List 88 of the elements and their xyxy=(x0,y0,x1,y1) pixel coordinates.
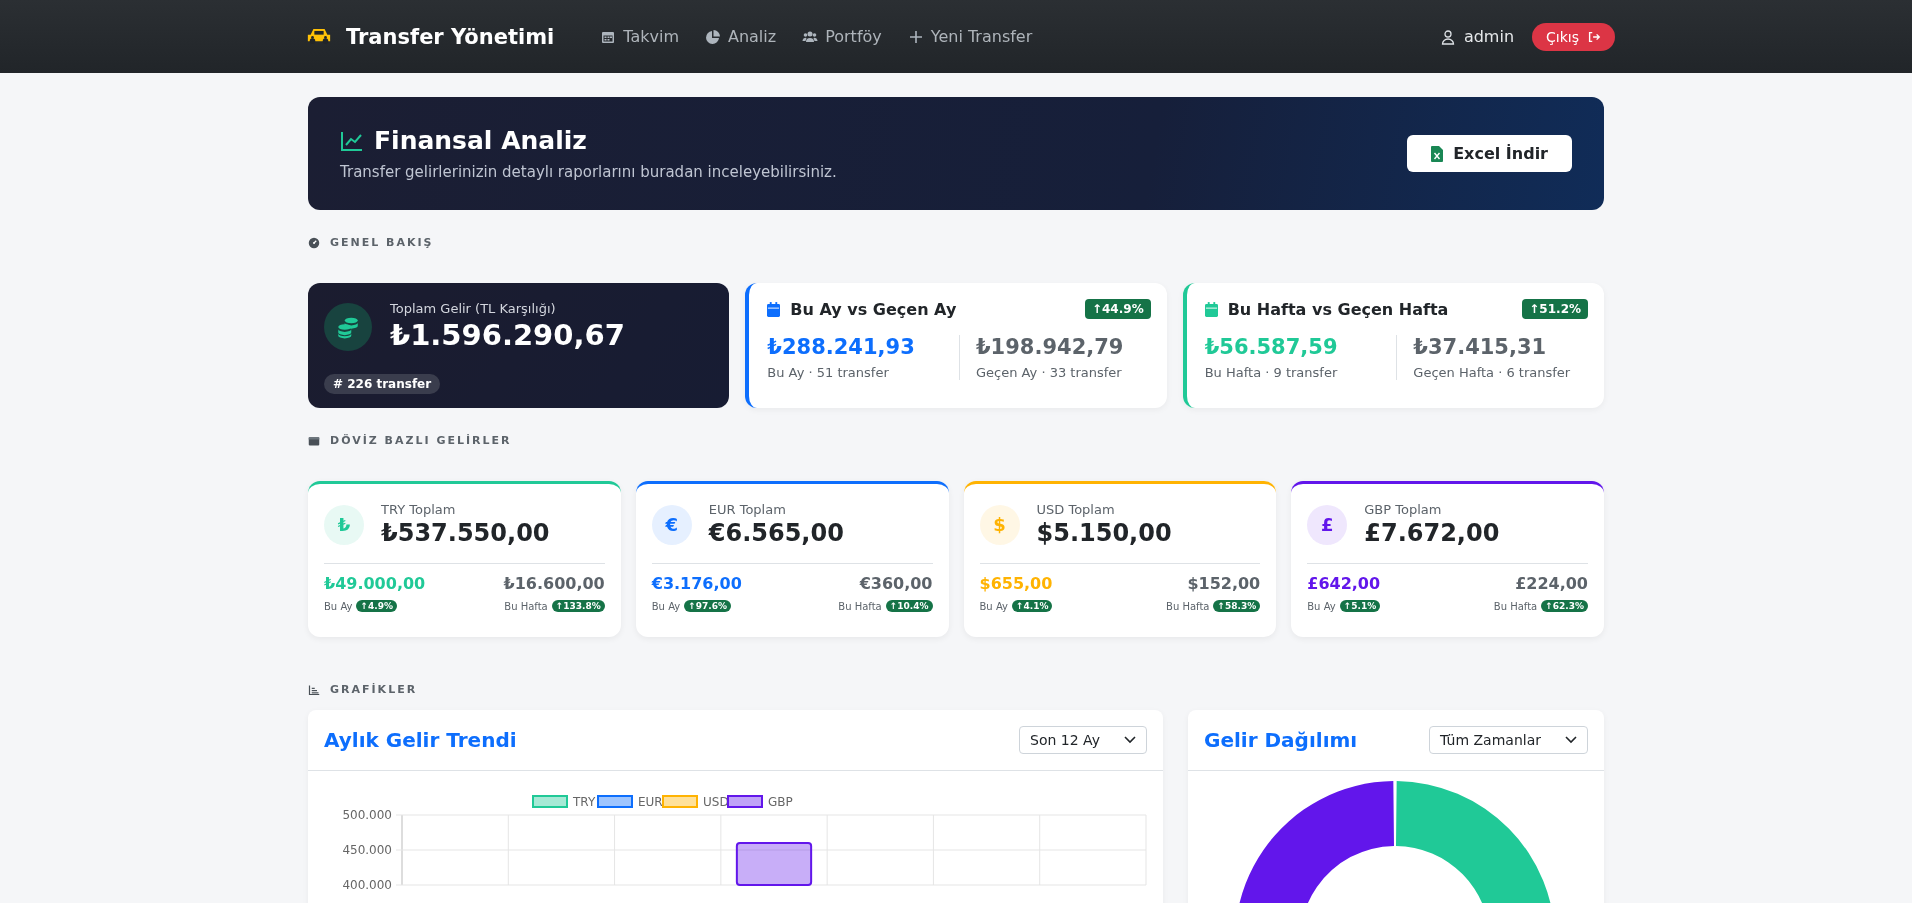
pie-chart-icon xyxy=(704,28,721,45)
previous-value: ₺37.415,31 xyxy=(1413,335,1548,359)
calendar-icon xyxy=(1204,301,1218,317)
change-badge: ↑44.9% xyxy=(1084,299,1151,319)
wallet-icon xyxy=(308,434,320,447)
period-caption: Bu Ay · 51 transfer xyxy=(767,365,890,380)
month-value: $655,00 xyxy=(979,574,1053,593)
change-badge: ↑133.8% xyxy=(551,600,605,612)
logout-button[interactable]: Çıkış xyxy=(1532,22,1615,51)
logout-icon xyxy=(1587,29,1601,44)
change-badge: ↑97.6% xyxy=(684,600,731,612)
chevron-down-icon xyxy=(1565,736,1577,744)
comparison-title: Bu Ay vs Geçen Ay xyxy=(790,299,957,319)
period-label: Bu Ay xyxy=(1307,600,1336,612)
nav-link[interactable]: Portföy xyxy=(802,27,882,46)
legend-label: TRY xyxy=(572,795,596,809)
nav-link[interactable]: Yeni Transfer xyxy=(907,27,1033,46)
period-caption: Bu Hafta · 9 transfer xyxy=(1204,365,1339,380)
chevron-down-icon xyxy=(1124,736,1136,744)
nav-link[interactable]: Analiz xyxy=(704,27,777,46)
week-value: ₺16.600,00 xyxy=(503,574,605,593)
total-income-value: ₺1.596.290,67 xyxy=(390,318,625,352)
period-label: Bu Ay xyxy=(324,600,353,612)
month-value: ₺49.000,00 xyxy=(324,574,426,593)
currency-symbol: ₺ xyxy=(324,504,364,545)
currency-label: USD Toplam xyxy=(1036,502,1116,517)
week-value: £224,00 xyxy=(1515,574,1588,593)
week-value: €360,00 xyxy=(859,574,933,593)
period-label: Bu Hafta xyxy=(838,600,882,612)
transfer-count-badge: # 226 transfer xyxy=(324,374,441,394)
period-caption: Geçen Ay · 33 transfer xyxy=(976,365,1123,380)
user-icon xyxy=(1439,28,1456,45)
change-badge: ↑62.3% xyxy=(1541,600,1588,612)
change-badge: ↑4.1% xyxy=(1011,600,1053,612)
period-caption: Geçen Hafta · 6 transfer xyxy=(1413,365,1572,380)
previous-value: ₺198.942,79 xyxy=(976,335,1125,359)
total-income-label: Toplam Gelir (TL Karşılığı) xyxy=(390,301,557,316)
chart-title: Gelir Dağılımı xyxy=(1204,728,1358,752)
month-value: €3.176,00 xyxy=(651,574,742,593)
period-label: Bu Hafta xyxy=(504,600,548,612)
plus-icon xyxy=(907,28,924,45)
page-subtitle: Transfer gelirlerinizin detaylı raporlarını buradan inceleyebilirsiniz. xyxy=(340,163,837,181)
bar-chart-icon xyxy=(308,683,320,696)
period-label: Bu Hafta xyxy=(1493,600,1538,612)
period-select[interactable]: Tüm Zamanlar xyxy=(1428,726,1588,754)
currency-total: £7.672,00 xyxy=(1364,519,1500,547)
currency-symbol: $ xyxy=(979,504,1020,545)
user-link[interactable]: admin xyxy=(1439,27,1515,46)
axis-tick-label: 450.000 xyxy=(342,843,392,857)
period-label: Bu Ay xyxy=(651,600,681,612)
chart-title: Aylık Gelir Trendi xyxy=(324,728,517,752)
legend-label: GBP xyxy=(768,795,793,809)
calendar-icon xyxy=(767,301,781,317)
section-heading: DÖVİZ BAZLI GELİRLER xyxy=(330,434,512,447)
currency-total: ₺537.550,00 xyxy=(381,519,550,547)
current-value: ₺56.587,59 xyxy=(1204,335,1339,359)
legend-label: EUR xyxy=(638,795,663,809)
current-value: ₺288.241,93 xyxy=(767,335,916,359)
week-value: $152,00 xyxy=(1187,574,1261,593)
currency-label: TRY Toplam xyxy=(381,502,457,517)
comparison-title: Bu Hafta vs Geçen Hafta xyxy=(1227,299,1449,319)
coins-icon xyxy=(324,302,372,351)
change-badge: ↑5.1% xyxy=(1339,600,1381,612)
currency-symbol: £ xyxy=(1307,504,1348,545)
brand-title[interactable]: Transfer Yönetimi xyxy=(346,24,555,49)
axis-tick-label: 400.000 xyxy=(342,878,392,892)
period-label: Bu Ay xyxy=(979,600,1008,612)
page-title: Finansal Analiz xyxy=(374,126,587,155)
change-badge: ↑4.9% xyxy=(356,600,397,612)
period-select[interactable]: Son 12 Ay xyxy=(1019,726,1147,754)
excel-download-button[interactable]: Excel İndir xyxy=(1407,135,1572,172)
gauge-icon xyxy=(308,236,320,249)
currency-label: EUR Toplam xyxy=(708,502,787,517)
month-value: £642,00 xyxy=(1307,574,1381,593)
spreadsheet-icon xyxy=(1431,145,1444,162)
nav-link[interactable]: Takvim xyxy=(600,27,679,46)
currency-total: $5.150,00 xyxy=(1036,519,1172,547)
section-heading: GENEL BAKIŞ xyxy=(330,236,434,249)
car-icon xyxy=(306,27,332,46)
axis-tick-label: 500.000 xyxy=(342,808,392,822)
currency-symbol: € xyxy=(651,504,692,545)
section-heading: GRAFİKLER xyxy=(330,683,418,696)
period-label: Bu Hafta xyxy=(1166,600,1210,612)
currency-total: €6.565,00 xyxy=(708,519,844,547)
change-badge: ↑10.4% xyxy=(885,600,933,612)
change-badge: ↑58.3% xyxy=(1213,600,1261,612)
currency-label: GBP Toplam xyxy=(1364,502,1443,517)
change-badge: ↑51.2% xyxy=(1522,299,1588,319)
